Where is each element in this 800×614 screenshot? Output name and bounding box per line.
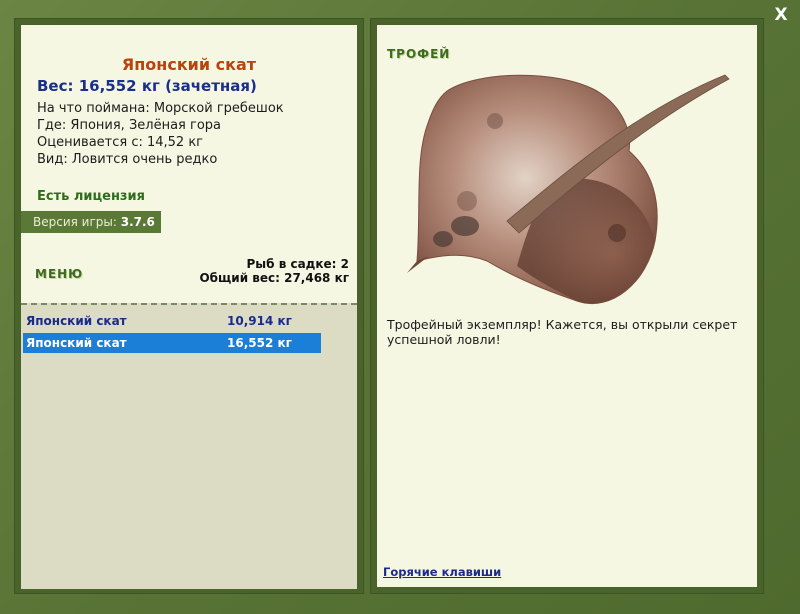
fish-weight: Вес: 16,552 кг (зачетная) xyxy=(37,77,257,95)
trophy-message: Трофейный экземпляр! Кажется, вы открыли… xyxy=(387,317,738,347)
cage-item-name: Японский скат xyxy=(26,336,127,350)
rarity-info: Вид: Ловится очень редко xyxy=(37,152,218,167)
cage-list: Японский скат 10,914 кг Японский скат 16… xyxy=(21,303,357,589)
stingray-image xyxy=(407,74,730,304)
cage-item-name: Японский скат xyxy=(26,314,127,328)
version-value: 3.7.6 xyxy=(120,215,155,229)
license-status: Есть лицензия xyxy=(37,189,145,204)
version-label: Версия игры: xyxy=(33,215,117,229)
close-button[interactable]: X xyxy=(772,6,790,24)
menu-button[interactable]: МЕНЮ xyxy=(35,267,83,281)
cage-item-weight: 16,552 кг xyxy=(227,336,292,350)
cage-item-weight: 10,914 кг xyxy=(227,314,292,328)
location-info: Где: Япония, Зелёная гора xyxy=(37,118,222,133)
version-bar: Версия игры: 3.7.6 xyxy=(21,211,161,233)
fish-info-panel: Японский скат Вес: 16,552 кг (зачетная) … xyxy=(14,18,364,594)
fish-info-panel-body: Японский скат Вес: 16,552 кг (зачетная) … xyxy=(21,25,357,589)
cage-stats: Рыб в садке: 2 Общий вес: 27,468 кг xyxy=(199,257,349,285)
cage-list-item[interactable]: Японский скат 10,914 кг xyxy=(23,311,321,331)
cage-total-weight: Общий вес: 27,468 кг xyxy=(199,271,349,285)
cage-fish-count: Рыб в садке: 2 xyxy=(246,257,350,271)
hotkeys-link[interactable]: Горячие клавиши xyxy=(383,565,501,579)
trophy-panel: ТРОФЕЙ Трофейный экземпляр! Кажется, вы … xyxy=(370,18,764,594)
bait-info: На что поймана: Морской гребешок xyxy=(37,101,284,116)
fish-title: Японский скат xyxy=(121,55,257,74)
trophy-panel-body: ТРОФЕЙ Трофейный экземпляр! Кажется, вы … xyxy=(377,25,757,587)
valuation-info: Оценивается с: 14,52 кг xyxy=(37,135,204,150)
cage-list-item-selected[interactable]: Японский скат 16,552 кг xyxy=(23,333,321,353)
